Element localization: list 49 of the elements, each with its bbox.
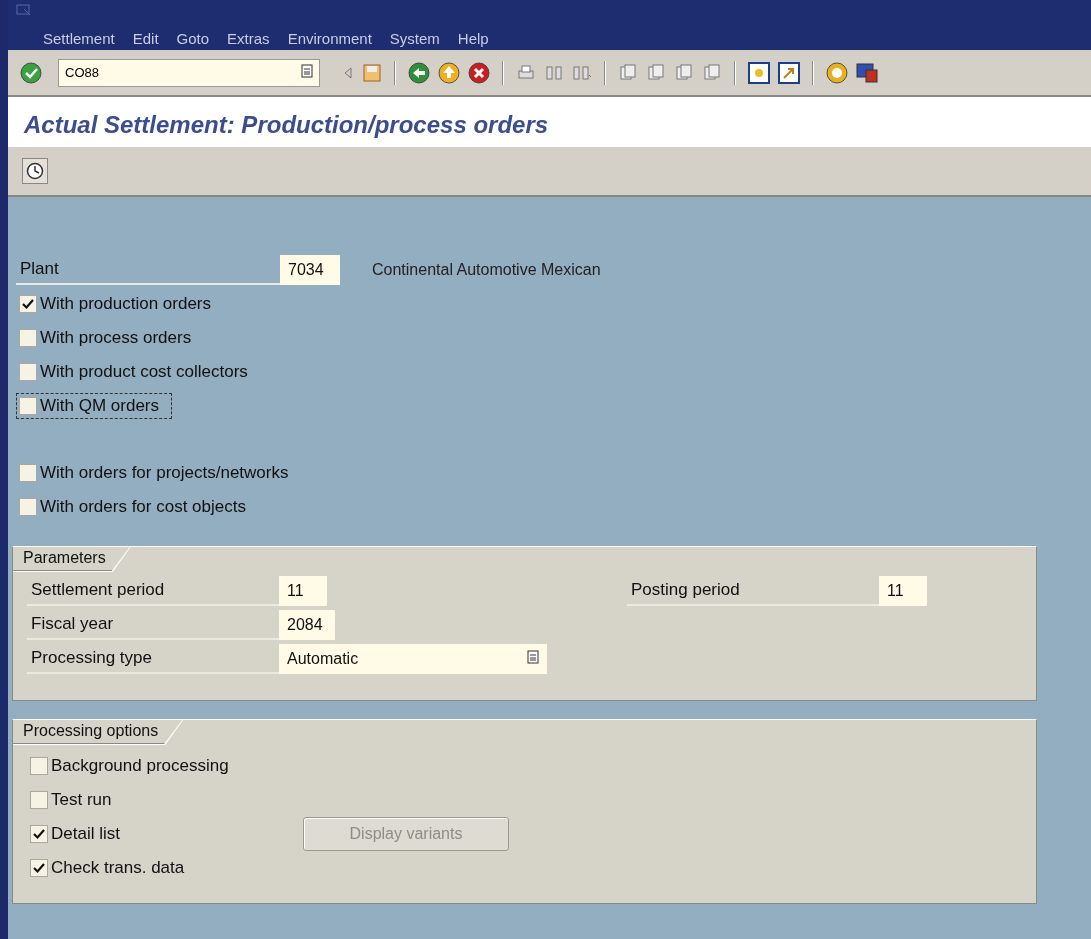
shortcut-icon[interactable] (778, 61, 800, 84)
checkbox-label: With QM orders (40, 396, 160, 416)
checkbox[interactable] (19, 363, 37, 381)
group-title: Parameters (13, 547, 130, 571)
menu-item[interactable]: Edit (123, 30, 168, 47)
checkbox-label: With orders for projects/networks (40, 463, 289, 483)
input-field[interactable]: 11 (279, 576, 327, 606)
back-icon[interactable] (408, 61, 430, 84)
checkbox[interactable] (19, 498, 37, 516)
checkbox-label: Test run (51, 790, 112, 810)
checkbox[interactable] (19, 397, 37, 415)
input-field[interactable]: 7034 (280, 255, 340, 285)
checkbox-label: With process orders (40, 328, 192, 348)
checkbox[interactable] (30, 791, 48, 809)
clock-icon (26, 162, 44, 180)
checkbox-label: Check trans. data (51, 858, 185, 878)
checkmark-icon[interactable] (20, 61, 42, 84)
checkbox[interactable] (19, 329, 37, 347)
menu-item[interactable]: Goto (167, 30, 219, 47)
command-field[interactable]: CO88 (58, 58, 320, 87)
plant-description: Continental Automotive Mexican (372, 261, 601, 279)
checkbox-label: Detail list (51, 824, 120, 844)
menu-item[interactable]: System (380, 30, 449, 47)
cancel-icon[interactable] (468, 61, 490, 84)
checkbox[interactable] (30, 825, 48, 843)
input-field[interactable]: 11 (879, 576, 927, 606)
screen-title: Actual Settlement: Production/process orders (8, 97, 1091, 147)
dropdown-icon[interactable] (301, 63, 313, 78)
checkbox-label: With product cost collectors (40, 362, 248, 382)
menu-item[interactable]: Help (448, 30, 498, 47)
checkbox-label: With production orders (40, 294, 212, 314)
group-title: Processing options (13, 720, 183, 744)
checkbox[interactable] (30, 757, 48, 775)
field-label: Plant (16, 255, 280, 285)
checkbox-label: With orders for cost objects (40, 497, 246, 517)
menu-item[interactable]: Settlement (34, 30, 124, 47)
exit-icon[interactable] (438, 61, 460, 84)
checkbox[interactable] (19, 295, 37, 313)
menu-item[interactable]: Environment (278, 30, 381, 47)
dropdown-field[interactable]: Automatic (279, 644, 547, 674)
input-field[interactable]: 2084 (279, 610, 335, 640)
window-menu-icon[interactable] (16, 3, 32, 17)
checkbox[interactable] (19, 464, 37, 482)
dropdown-icon[interactable] (527, 650, 539, 664)
checkbox[interactable] (30, 859, 48, 877)
checkbox-label: Background processing (51, 756, 229, 776)
save-icon[interactable] (362, 62, 382, 83)
menu-item[interactable]: Extras (218, 30, 279, 47)
execute-button[interactable] (22, 158, 48, 184)
